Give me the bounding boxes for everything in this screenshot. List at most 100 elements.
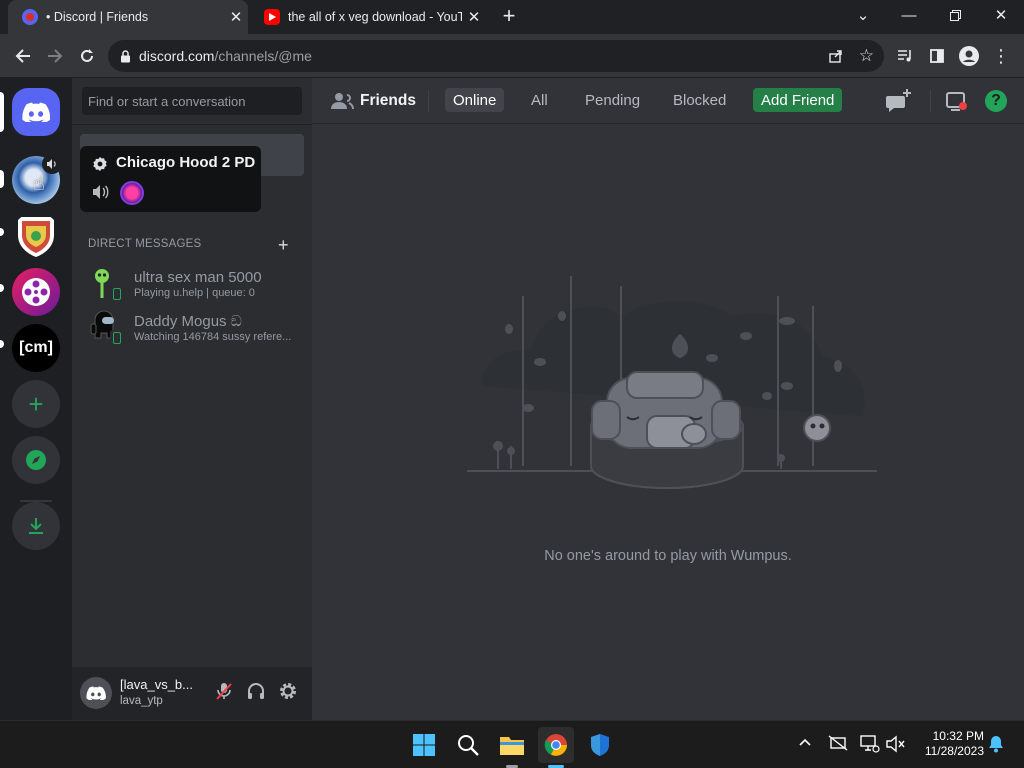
volume-muted-icon[interactable] — [886, 735, 906, 758]
speaker-icon — [92, 184, 110, 200]
settings-gear-icon[interactable] — [278, 681, 300, 703]
download-apps-button[interactable] — [12, 502, 60, 550]
url-host: discord.com — [139, 48, 215, 64]
tab-blocked[interactable]: Blocked — [665, 88, 734, 112]
chevron-up-icon[interactable] — [798, 735, 812, 752]
divider — [72, 124, 312, 125]
dm-name: Daddy Mogus ඞ — [134, 313, 242, 330]
cursor-hand-icon: ☝ — [32, 172, 46, 195]
server-badge-icon — [92, 156, 108, 172]
discord-logo-icon — [86, 686, 106, 700]
server-label: [cm] — [19, 339, 53, 356]
user-avatar[interactable] — [80, 677, 112, 709]
mobile-status-icon — [110, 286, 124, 302]
tooltip-title: Chicago Hood 2 PD — [116, 154, 256, 171]
browser-tab-strip: • Discord | Friends ✕ the all of x veg d… — [0, 0, 1024, 34]
server-shield[interactable] — [12, 212, 60, 260]
chrome-taskbar-icon[interactable] — [538, 727, 574, 763]
new-group-dm-icon[interactable] — [885, 88, 913, 114]
clock-time: 10:32 PM — [932, 729, 984, 743]
tab-pending[interactable]: Pending — [577, 88, 648, 112]
friends-header: Friends Online All Pending Blocked Add F… — [312, 78, 1024, 124]
wumpus-illustration — [467, 276, 877, 490]
share-icon[interactable] — [828, 48, 844, 64]
mute-mic-icon[interactable] — [214, 681, 236, 703]
username: [lava_vs_b... — [120, 677, 193, 692]
address-bar[interactable]: discord.com/channels/@me ☆ — [108, 40, 884, 72]
browser-tab-youtube[interactable]: the all of x veg download - YouTube ✕ — [250, 0, 486, 34]
notification-bell-icon[interactable] — [988, 735, 1004, 758]
new-tab-button[interactable]: + — [496, 5, 522, 29]
empty-state-text: No one's around to play with Wumpus. — [544, 548, 792, 564]
download-icon — [29, 518, 43, 534]
add-server-button[interactable]: + — [12, 380, 60, 428]
search-icon[interactable] — [450, 727, 486, 763]
search-input[interactable]: Find or start a conversation — [82, 87, 302, 115]
clock[interactable]: 10:32 PM 11/28/2023 — [914, 729, 984, 759]
dm-status: Watching 146784 sussy refere... — [134, 331, 292, 343]
discord-favicon-icon — [22, 9, 38, 25]
headphones-icon[interactable] — [246, 681, 268, 703]
minimize-button[interactable]: — — [886, 0, 932, 30]
windows-security-icon[interactable] — [582, 727, 618, 763]
dm-item[interactable]: ultra sex man 5000 Playing u.help | queu… — [80, 263, 304, 305]
browser-toolbar: discord.com/channels/@me ☆ ⋮ — [0, 34, 1024, 78]
network-disconnected-icon[interactable] — [828, 735, 848, 756]
close-window-button[interactable]: ✕ — [978, 0, 1024, 30]
chrome-menu-icon[interactable]: ⋮ — [986, 41, 1016, 71]
taskbar: 10:32 PM 11/28/2023 — [0, 720, 1024, 768]
dm-item[interactable]: Daddy Mogus ඞ Watching 146784 sussy refe… — [80, 307, 304, 349]
maximize-button[interactable] — [932, 0, 978, 30]
discord-home-button[interactable] — [12, 88, 60, 136]
forward-icon[interactable] — [40, 41, 70, 71]
user-panel: [lava_vs_b... lava_ytp — [72, 667, 312, 720]
profile-avatar-icon[interactable] — [954, 41, 984, 71]
compass-icon — [26, 450, 46, 470]
unread-indicator — [0, 228, 4, 236]
friends-main: Friends Online All Pending Blocked Add F… — [312, 78, 1024, 720]
windows-start-icon[interactable] — [406, 727, 442, 763]
friends-wave-icon — [330, 91, 354, 111]
add-friend-button[interactable]: Add Friend — [753, 88, 843, 112]
server-cm[interactable]: [cm] — [12, 324, 60, 372]
media-control-icon[interactable] — [890, 41, 920, 71]
plus-icon: + — [28, 389, 44, 419]
avatar — [88, 266, 124, 302]
tab-all[interactable]: All — [523, 88, 556, 112]
unread-indicator — [0, 170, 4, 188]
server-sidebar: ☝ [cm] + — [0, 78, 72, 720]
server-film[interactable] — [12, 268, 60, 316]
close-tab-icon[interactable]: ✕ — [224, 8, 248, 26]
dm-status: Playing u.help | queue: 0 — [134, 287, 255, 299]
lock-icon[interactable] — [120, 49, 131, 63]
create-dm-plus-icon[interactable]: + — [278, 236, 289, 254]
user-tag: lava_ytp — [120, 695, 163, 707]
close-tab-icon[interactable]: ✕ — [462, 8, 486, 26]
reload-icon[interactable] — [72, 41, 102, 71]
divider — [930, 90, 931, 112]
clock-date: 11/28/2023 — [924, 744, 984, 758]
tab-search-icon[interactable]: ⌄ — [840, 0, 886, 30]
film-reel-icon — [22, 278, 50, 306]
inbox-icon[interactable] — [945, 89, 969, 113]
back-icon[interactable] — [8, 41, 38, 71]
url-path: /channels/@me — [214, 48, 312, 64]
friends-title: Friends — [360, 92, 416, 109]
shield-logo-icon — [18, 217, 54, 257]
youtube-favicon-icon — [264, 9, 280, 25]
browser-tab-discord[interactable]: • Discord | Friends ✕ — [8, 0, 248, 34]
voice-speaker-icon — [42, 154, 62, 174]
bookmark-star-icon[interactable]: ☆ — [859, 46, 874, 66]
avatar — [88, 310, 124, 346]
mobile-status-icon — [110, 330, 124, 346]
tab-online[interactable]: Online — [445, 88, 505, 112]
selected-indicator — [0, 92, 4, 132]
dm-name: ultra sex man 5000 — [134, 269, 262, 286]
explore-servers-button[interactable] — [12, 436, 60, 484]
help-icon[interactable]: ? — [985, 90, 1007, 112]
discord-logo-icon — [22, 102, 50, 122]
side-panel-icon[interactable] — [922, 41, 952, 71]
display-icon[interactable] — [860, 735, 880, 758]
unread-indicator — [0, 284, 4, 292]
file-explorer-icon[interactable] — [494, 727, 530, 763]
